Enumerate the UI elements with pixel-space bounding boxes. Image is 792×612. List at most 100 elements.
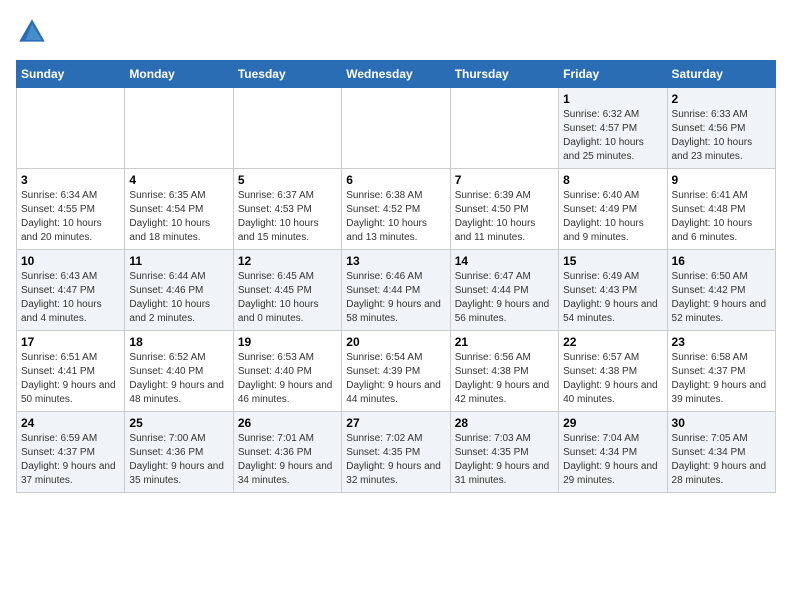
day-info: Sunrise: 6:40 AM Sunset: 4:49 PM Dayligh…	[563, 189, 662, 245]
calendar-cell: 25 Sunrise: 7:00 AM Sunset: 4:36 PM Dayli…	[125, 412, 233, 493]
day-info: Sunrise: 6:32 AM Sunset: 4:57 PM Dayligh…	[563, 108, 662, 164]
day-info: Sunrise: 6:35 AM Sunset: 4:54 PM Dayligh…	[129, 189, 228, 245]
calendar-cell	[233, 88, 341, 169]
page-header	[16, 16, 776, 48]
calendar-cell: 29 Sunrise: 7:04 AM Sunset: 4:34 PM Dayli…	[559, 412, 667, 493]
calendar-cell: 18 Sunrise: 6:52 AM Sunset: 4:40 PM Dayli…	[125, 331, 233, 412]
calendar-cell: 15Sunrise: 6:49 AM Sunset: 4:43 PM Dayli…	[559, 250, 667, 331]
day-number: 10	[21, 254, 120, 268]
day-number: 27	[346, 416, 445, 430]
calendar-cell	[450, 88, 558, 169]
day-info: Sunrise: 6:33 AM Sunset: 4:56 PM Dayligh…	[672, 108, 771, 164]
day-number: 29	[563, 416, 662, 430]
calendar-cell: 8 Sunrise: 6:40 AM Sunset: 4:49 PM Daylig…	[559, 169, 667, 250]
day-info: Sunrise: 6:38 AM Sunset: 4:52 PM Dayligh…	[346, 189, 445, 245]
calendar-cell: 11Sunrise: 6:44 AM Sunset: 4:46 PM Dayli…	[125, 250, 233, 331]
day-number: 19	[238, 335, 337, 349]
day-number: 7	[455, 173, 554, 187]
day-number: 20	[346, 335, 445, 349]
calendar-cell: 5 Sunrise: 6:37 AM Sunset: 4:53 PM Daylig…	[233, 169, 341, 250]
weekday-wednesday: Wednesday	[342, 61, 450, 88]
day-info: Sunrise: 6:59 AM Sunset: 4:37 PM Dayligh…	[21, 432, 120, 488]
day-number: 24	[21, 416, 120, 430]
day-info: Sunrise: 6:39 AM Sunset: 4:50 PM Dayligh…	[455, 189, 554, 245]
logo	[16, 16, 52, 48]
calendar-cell	[342, 88, 450, 169]
calendar-cell: 9Sunrise: 6:41 AM Sunset: 4:48 PM Daylig…	[667, 169, 775, 250]
day-number: 14	[455, 254, 554, 268]
calendar-cell: 28Sunrise: 7:03 AM Sunset: 4:35 PM Dayli…	[450, 412, 558, 493]
day-number: 9	[672, 173, 771, 187]
day-info: Sunrise: 7:00 AM Sunset: 4:36 PM Dayligh…	[129, 432, 228, 488]
calendar-table: SundayMondayTuesdayWednesdayThursdayFrid…	[16, 60, 776, 493]
day-number: 26	[238, 416, 337, 430]
day-number: 25	[129, 416, 228, 430]
day-number: 23	[672, 335, 771, 349]
calendar-cell: 10 Sunrise: 6:43 AM Sunset: 4:47 PM Dayli…	[17, 250, 125, 331]
day-info: Sunrise: 7:03 AM Sunset: 4:35 PM Dayligh…	[455, 432, 554, 488]
day-info: Sunrise: 6:52 AM Sunset: 4:40 PM Dayligh…	[129, 351, 228, 407]
calendar-cell: 1 Sunrise: 6:32 AM Sunset: 4:57 PM Daylig…	[559, 88, 667, 169]
calendar-cell: 7 Sunrise: 6:39 AM Sunset: 4:50 PM Daylig…	[450, 169, 558, 250]
day-number: 2	[672, 92, 771, 106]
day-number: 5	[238, 173, 337, 187]
weekday-monday: Monday	[125, 61, 233, 88]
weekday-friday: Friday	[559, 61, 667, 88]
day-info: Sunrise: 6:58 AM Sunset: 4:37 PM Dayligh…	[672, 351, 771, 407]
week-row-3: 10 Sunrise: 6:43 AM Sunset: 4:47 PM Dayli…	[17, 250, 776, 331]
week-row-1: 1 Sunrise: 6:32 AM Sunset: 4:57 PM Daylig…	[17, 88, 776, 169]
day-number: 22	[563, 335, 662, 349]
day-info: Sunrise: 6:46 AM Sunset: 4:44 PM Dayligh…	[346, 270, 445, 326]
logo-icon	[16, 16, 48, 48]
calendar-body: 1 Sunrise: 6:32 AM Sunset: 4:57 PM Daylig…	[17, 88, 776, 493]
calendar-cell: 26Sunrise: 7:01 AM Sunset: 4:36 PM Dayli…	[233, 412, 341, 493]
calendar-cell: 20 Sunrise: 6:54 AM Sunset: 4:39 PM Dayli…	[342, 331, 450, 412]
calendar-cell: 22 Sunrise: 6:57 AM Sunset: 4:38 PM Dayli…	[559, 331, 667, 412]
day-number: 12	[238, 254, 337, 268]
calendar-cell	[125, 88, 233, 169]
day-number: 21	[455, 335, 554, 349]
day-info: Sunrise: 7:04 AM Sunset: 4:34 PM Dayligh…	[563, 432, 662, 488]
day-info: Sunrise: 6:49 AM Sunset: 4:43 PM Dayligh…	[563, 270, 662, 326]
calendar-cell: 23 Sunrise: 6:58 AM Sunset: 4:37 PM Dayli…	[667, 331, 775, 412]
week-row-5: 24 Sunrise: 6:59 AM Sunset: 4:37 PM Dayli…	[17, 412, 776, 493]
calendar-header: SundayMondayTuesdayWednesdayThursdayFrid…	[17, 61, 776, 88]
day-number: 16	[672, 254, 771, 268]
calendar-cell: 2 Sunrise: 6:33 AM Sunset: 4:56 PM Daylig…	[667, 88, 775, 169]
calendar-cell: 19 Sunrise: 6:53 AM Sunset: 4:40 PM Dayli…	[233, 331, 341, 412]
day-info: Sunrise: 7:05 AM Sunset: 4:34 PM Dayligh…	[672, 432, 771, 488]
day-info: Sunrise: 6:34 AM Sunset: 4:55 PM Dayligh…	[21, 189, 120, 245]
weekday-tuesday: Tuesday	[233, 61, 341, 88]
calendar-cell: 21Sunrise: 6:56 AM Sunset: 4:38 PM Dayli…	[450, 331, 558, 412]
week-row-2: 3 Sunrise: 6:34 AM Sunset: 4:55 PM Daylig…	[17, 169, 776, 250]
calendar-cell: 27 Sunrise: 7:02 AM Sunset: 4:35 PM Dayli…	[342, 412, 450, 493]
weekday-thursday: Thursday	[450, 61, 558, 88]
calendar-cell	[17, 88, 125, 169]
day-number: 3	[21, 173, 120, 187]
day-info: Sunrise: 6:53 AM Sunset: 4:40 PM Dayligh…	[238, 351, 337, 407]
calendar-cell: 13 Sunrise: 6:46 AM Sunset: 4:44 PM Dayli…	[342, 250, 450, 331]
calendar-cell: 4 Sunrise: 6:35 AM Sunset: 4:54 PM Daylig…	[125, 169, 233, 250]
calendar-cell: 17Sunrise: 6:51 AM Sunset: 4:41 PM Dayli…	[17, 331, 125, 412]
day-number: 1	[563, 92, 662, 106]
day-info: Sunrise: 6:43 AM Sunset: 4:47 PM Dayligh…	[21, 270, 120, 326]
day-info: Sunrise: 6:51 AM Sunset: 4:41 PM Dayligh…	[21, 351, 120, 407]
day-number: 8	[563, 173, 662, 187]
day-info: Sunrise: 6:50 AM Sunset: 4:42 PM Dayligh…	[672, 270, 771, 326]
day-info: Sunrise: 6:45 AM Sunset: 4:45 PM Dayligh…	[238, 270, 337, 326]
day-number: 30	[672, 416, 771, 430]
weekday-saturday: Saturday	[667, 61, 775, 88]
calendar-cell: 6Sunrise: 6:38 AM Sunset: 4:52 PM Daylig…	[342, 169, 450, 250]
weekday-header-row: SundayMondayTuesdayWednesdayThursdayFrid…	[17, 61, 776, 88]
day-info: Sunrise: 6:37 AM Sunset: 4:53 PM Dayligh…	[238, 189, 337, 245]
day-number: 13	[346, 254, 445, 268]
weekday-sunday: Sunday	[17, 61, 125, 88]
day-info: Sunrise: 6:57 AM Sunset: 4:38 PM Dayligh…	[563, 351, 662, 407]
day-number: 18	[129, 335, 228, 349]
day-info: Sunrise: 6:54 AM Sunset: 4:39 PM Dayligh…	[346, 351, 445, 407]
calendar-cell: 24 Sunrise: 6:59 AM Sunset: 4:37 PM Dayli…	[17, 412, 125, 493]
calendar-cell: 12 Sunrise: 6:45 AM Sunset: 4:45 PM Dayli…	[233, 250, 341, 331]
day-info: Sunrise: 7:02 AM Sunset: 4:35 PM Dayligh…	[346, 432, 445, 488]
day-number: 11	[129, 254, 228, 268]
day-number: 4	[129, 173, 228, 187]
